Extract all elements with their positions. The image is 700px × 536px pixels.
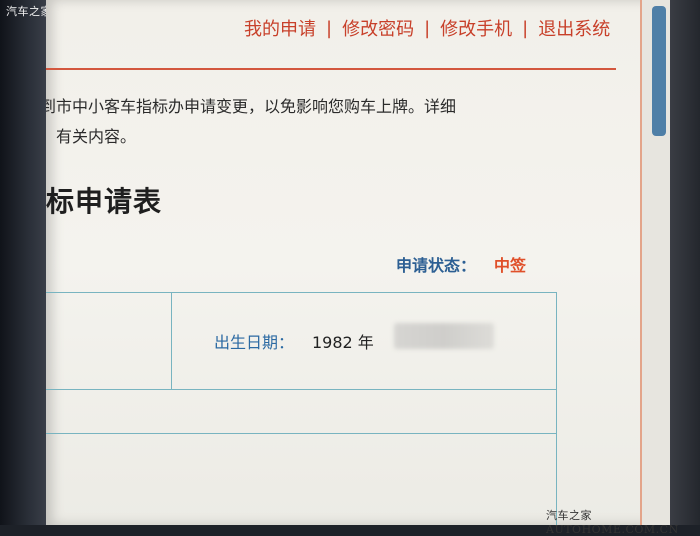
nav-separator: |: [424, 17, 431, 39]
birth-date-label: 出生日期：: [214, 333, 295, 352]
notice-line-1: 到市中小客车指标办申请变更，以免影响您购车上牌。详细: [46, 97, 457, 116]
nav-logout[interactable]: 退出系统: [530, 15, 618, 41]
nav-separator: |: [522, 17, 529, 39]
monitor-bezel-left: [0, 0, 48, 525]
nav-change-password[interactable]: 修改密码: [334, 15, 422, 41]
notice-line-2: 。有关内容。: [46, 127, 137, 146]
nav-divider: [46, 68, 616, 70]
application-form-table: 出生日期： 1982 年: [46, 292, 557, 525]
watermark-bottom-right: 汽车之家 AUTOHOME.COM.CN: [546, 509, 679, 536]
table-row: 出生日期： 1982 年: [46, 293, 556, 390]
nav-separator: |: [326, 17, 333, 39]
nav-my-application[interactable]: 我的申请: [236, 15, 324, 41]
browser-page: 我的申请 | 修改密码 | 修改手机 | 退出系统 到市中小客车指标办申请变更，…: [46, 0, 652, 525]
nav-change-phone[interactable]: 修改手机: [432, 15, 520, 41]
redacted-block: [394, 323, 494, 349]
vertical-scrollbar[interactable]: [640, 0, 672, 525]
monitor-bezel-right: [670, 0, 700, 525]
scrollbar-thumb[interactable]: [652, 6, 666, 136]
top-nav: 我的申请 | 修改密码 | 修改手机 | 退出系统: [236, 14, 618, 42]
application-status: 申请状态： 中签: [396, 252, 526, 276]
birth-date-value: 1982 年: [312, 333, 374, 352]
table-row: [46, 389, 556, 434]
form-title: 标申请表: [46, 185, 163, 218]
status-badge: 中签: [494, 256, 527, 275]
status-label: 申请状态：: [396, 256, 477, 275]
cell-divider: [171, 293, 172, 389]
notice-text: 到市中小客车指标办申请变更，以免影响您购车上牌。详细 。有关内容。: [46, 92, 600, 152]
